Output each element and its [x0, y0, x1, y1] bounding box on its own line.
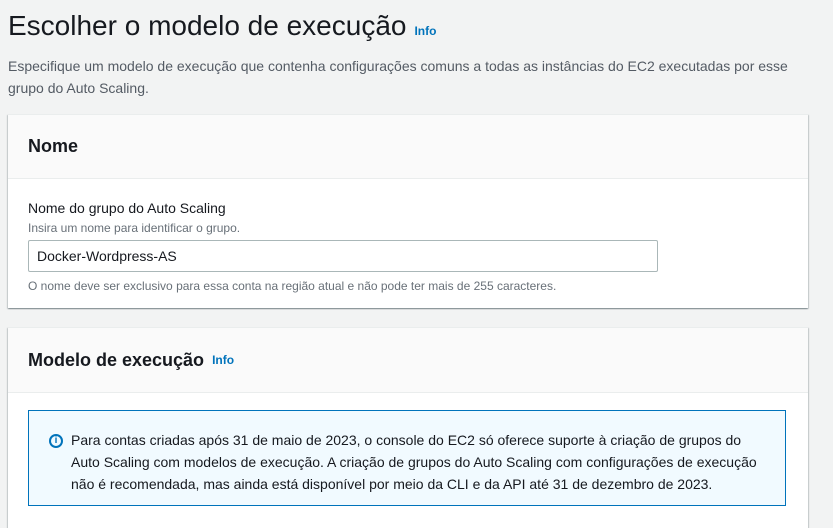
name-section-body: Nome do grupo do Auto Scaling Insira um … — [8, 179, 808, 294]
name-section-title: Nome — [28, 136, 79, 156]
page-title-text: Escolher o modelo de execução — [8, 10, 407, 41]
name-section-header: Nome — [8, 115, 808, 179]
launch-template-info-link[interactable]: Info — [212, 353, 234, 367]
page-info-link[interactable]: Info — [414, 13, 436, 49]
info-alert-text: Para contas criadas após 31 de maio de 2… — [71, 432, 757, 492]
page-description: Especifique um modelo de execução que co… — [8, 58, 788, 96]
launch-template-section-header: Modelo de execução Info — [8, 328, 808, 393]
name-section: Nome Nome do grupo do Auto Scaling Insir… — [8, 114, 808, 308]
launch-template-section-title: Modelo de execução — [28, 349, 205, 370]
asg-name-description: Insira um nome para identificar o grupo. — [28, 221, 241, 235]
info-circle-icon: i — [49, 434, 63, 448]
launch-template-section-body: i Para contas criadas após 31 de maio de… — [8, 393, 808, 506]
info-alert: i Para contas criadas após 31 de maio de… — [28, 410, 786, 506]
page-title: Escolher o modelo de execução Info — [8, 8, 808, 49]
asg-name-label: Nome do grupo do Auto Scaling — [28, 200, 226, 216]
asg-name-constraint: O nome deve ser exclusivo para essa cont… — [28, 279, 557, 293]
page-header: Escolher o modelo de execução Info Espec… — [8, 8, 808, 99]
asg-name-input[interactable] — [28, 240, 658, 272]
